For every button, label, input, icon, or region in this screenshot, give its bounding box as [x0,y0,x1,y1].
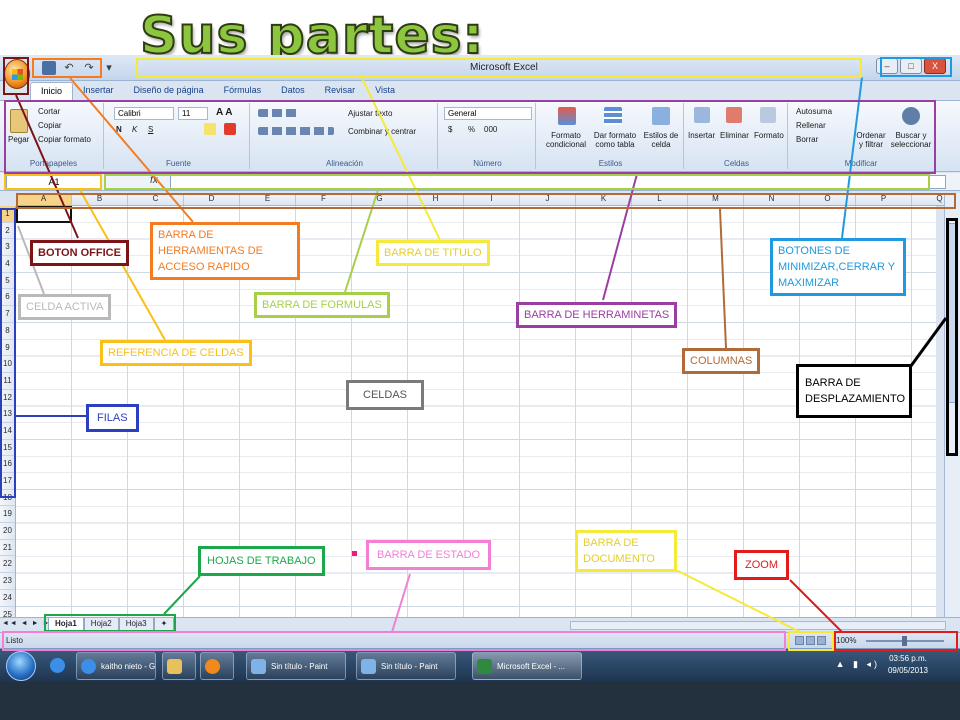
label-barra-titulo: BARRA DE TITULO [376,240,490,266]
tab-insertar[interactable]: Insertar [73,82,124,100]
ring-status-bar [2,631,786,651]
ribbon-tabs: Inicio Insertar Diseño de página Fórmula… [30,82,405,100]
taskbar-item-paint-1[interactable]: Sin título - Paint [246,652,346,680]
customize-icon[interactable]: ▾ [102,61,116,75]
label-barra-acceso-rapido: BARRA DE HERRAMIENTAS DE ACCESO RAPIDO [150,222,300,280]
ring-zoom [834,631,958,651]
row-header-20[interactable]: 20 [0,523,15,540]
label-boton-office: BOTON OFFICE [30,240,129,266]
ring-sheet-tabs [44,614,176,632]
ring-office-button [3,57,29,95]
row-header-23[interactable]: 23 [0,573,15,590]
ring-quick-access [32,58,102,78]
clock[interactable]: 03:56 p.m. 09/05/2013 [888,653,928,677]
excel-icon [477,659,492,674]
clock-time: 03:56 p.m. [889,654,927,663]
ring-window-buttons [880,57,952,77]
label-barra-desplazamiento: BARRA DE DESPLAZAMIENTO [796,364,912,418]
ring-ribbon [4,100,936,174]
label-botones-ventana: BOTONES DE MINIMIZAR,CERRAR Y MAXIMIZAR [770,238,906,296]
taskbar-label: kaitho nieto - Go... [101,662,156,671]
label-referencia-celdas: REFERENCIA DE CELDAS [100,340,252,366]
ring-columns [16,193,956,209]
ring-title-bar [136,58,862,78]
label-celda-activa: CELDA ACTIVA [18,294,112,320]
label-barra-formulas: BARRA DE FORMULAS [254,292,390,318]
horizontal-scrollbar[interactable] [570,621,946,630]
start-button[interactable] [6,651,36,681]
ring-view-buttons [788,631,834,651]
media-player-icon [205,659,220,674]
row-header-21[interactable]: 21 [0,540,15,557]
taskbar-item-excel[interactable]: Microsoft Excel - ... [472,652,582,680]
label-barra-estado: BARRA DE ESTADO [366,540,492,570]
clock-date: 09/05/2013 [887,666,928,675]
taskbar-item-media[interactable] [200,652,234,680]
tab-diseno-pagina[interactable]: Diseño de página [124,82,214,100]
ie-icon[interactable] [50,658,65,673]
tab-datos[interactable]: Datos [271,82,315,100]
tab-revisar[interactable]: Revisar [315,82,366,100]
label-hojas-trabajo: HOJAS DE TRABAJO [198,546,325,576]
row-header-24[interactable]: 24 [0,590,15,607]
taskbar-label: Sin título - Paint [381,662,438,671]
label-celdas: CELDAS [346,380,425,410]
taskbar-item-explorer[interactable] [162,652,196,680]
taskbar-item-chrome[interactable]: kaitho nieto - Go... [76,652,156,680]
label-zoom: ZOOM [734,550,789,580]
tab-formulas[interactable]: Fórmulas [214,82,272,100]
ring-scrollbar [946,218,958,456]
tray-icons[interactable]: ▲ ▮ ◂) [836,659,880,670]
label-columnas: COLUMNAS [682,348,761,374]
browser-icon [81,659,96,674]
label-filas: FILAS [86,404,139,432]
row-header-19[interactable]: 19 [0,506,15,524]
folder-icon [167,659,182,674]
ring-rows [0,208,16,498]
marker-dot [352,551,357,556]
paint-icon [251,659,266,674]
label-barra-documento: BARRA DE DOCUMENTO [575,530,677,572]
taskbar: kaitho nieto - Go... Sin título - Paint … [0,648,960,682]
ring-formula-bar [104,174,930,190]
tab-vista[interactable]: Vista [365,82,405,100]
bottom-band [0,682,960,720]
tab-inicio[interactable]: Inicio [30,82,74,100]
taskbar-label: Sin título - Paint [271,662,328,671]
paint-icon [361,659,376,674]
taskbar-label: Microsoft Excel - ... [497,662,566,671]
taskbar-item-paint-2[interactable]: Sin título - Paint [356,652,456,680]
label-barra-herramientas: BARRA DE HERRAMINETAS [516,302,678,328]
ring-name-box [4,174,102,190]
row-header-22[interactable]: 22 [0,556,15,574]
